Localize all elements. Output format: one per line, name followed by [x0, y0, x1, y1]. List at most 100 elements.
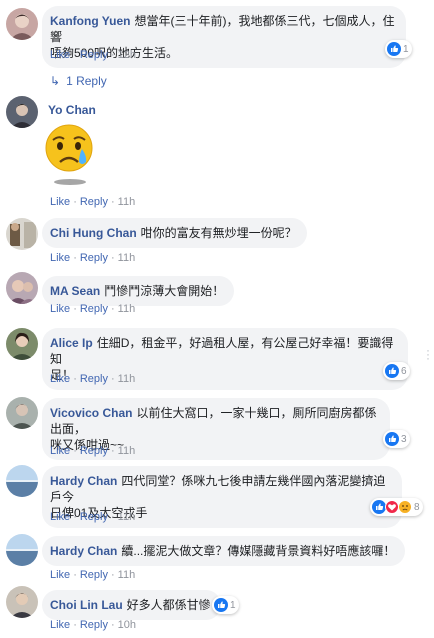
reply-button[interactable]: Reply — [80, 373, 108, 385]
commenter-name[interactable]: Vicovico Chan — [50, 406, 132, 420]
comment: Kanfong Yuen 想當年(三十年前)，我地都係三代，七個成人，住響 唔夠5… — [0, 0, 434, 90]
timestamp[interactable]: 10h — [118, 619, 136, 631]
timestamp[interactable]: 11h — [118, 373, 136, 385]
separator-dot: · — [110, 445, 115, 457]
reaction-count[interactable]: 8 — [370, 498, 423, 516]
avatar[interactable] — [6, 465, 38, 497]
comment: Chi Hung Chan 咁你的富友有無炒埋一份呢？ Like · Reply · 11… — [0, 210, 434, 268]
comment: Yo Chan Like · Reply · 11h — [0, 90, 434, 210]
commenter-name[interactable]: MA Sean — [50, 284, 100, 298]
more-options-icon[interactable]: · · · — [426, 344, 430, 364]
avatar[interactable] — [6, 218, 38, 250]
separator-dot: · — [73, 252, 77, 264]
view-replies-link[interactable]: ↳ 1 Reply — [50, 74, 107, 88]
love-reaction-icon — [385, 500, 399, 514]
separator-dot: · — [73, 445, 77, 457]
comment-actions: Like · Reply · 11h — [50, 251, 135, 265]
reply-button[interactable]: Reply — [80, 569, 108, 581]
separator-dot: · — [110, 49, 115, 61]
like-button[interactable]: Like — [50, 569, 70, 581]
separator-dot: · — [73, 303, 77, 315]
comment-text: 續...擺泥大做文章？傳媒隱藏背景資料好唔應該囉！ — [121, 544, 396, 558]
timestamp[interactable]: 11h — [118, 196, 136, 208]
comment-text: 鬥慘鬥涼薄大會開始！ — [104, 284, 225, 298]
like-button[interactable]: Like — [50, 196, 70, 208]
avatar[interactable] — [6, 8, 38, 40]
like-reaction-icon — [385, 364, 399, 378]
separator-dot: · — [73, 619, 77, 631]
crying-face-sticker[interactable] — [42, 122, 98, 186]
like-reaction-icon — [372, 500, 386, 514]
reaction-count[interactable]: 6 — [383, 362, 410, 380]
reply-button[interactable]: Reply — [80, 196, 108, 208]
like-button[interactable]: Like — [50, 511, 70, 523]
reaction-count[interactable]: 1 — [212, 596, 239, 614]
avatar[interactable] — [6, 96, 38, 128]
comment-actions: Like · Reply · 11h — [50, 444, 135, 458]
avatar[interactable] — [6, 586, 38, 618]
reaction-number: 1 — [403, 43, 409, 55]
comment: Choi Lin Lau 好多人都係甘慘 1 Like · Reply · 10h — [0, 584, 434, 638]
separator-dot: · — [73, 511, 77, 523]
like-button[interactable]: Like — [50, 303, 70, 315]
commenter-name[interactable]: Choi Lin Lau — [50, 598, 123, 612]
reaction-count[interactable]: 3 — [383, 430, 410, 448]
comment-actions: Like · Reply · 11h — [50, 195, 135, 209]
reply-button[interactable]: Reply — [80, 619, 108, 631]
timestamp[interactable]: 11h — [118, 511, 136, 523]
reply-button[interactable]: Reply — [80, 49, 108, 61]
timestamp[interactable]: 11h — [118, 252, 136, 264]
comment-actions: Like · Reply · 11h — [50, 302, 135, 316]
like-reaction-icon — [214, 598, 228, 612]
comment-actions: Like · Reply · 11h — [50, 372, 135, 386]
commenter-name[interactable]: Chi Hung Chan — [50, 226, 137, 240]
reply-button[interactable]: Reply — [80, 252, 108, 264]
like-button[interactable]: Like — [50, 373, 70, 385]
commenter-name[interactable]: Kanfong Yuen — [50, 14, 130, 28]
timestamp[interactable]: 11h — [118, 303, 136, 315]
like-button[interactable]: Like — [50, 252, 70, 264]
like-button[interactable]: Like — [50, 49, 70, 61]
comment: Alice Ip 住細D，租金平，好過租人屋，有公屋己好幸福！要識得知 足！ 6 … — [0, 322, 434, 392]
comment-actions: Like · Reply · 12h — [50, 48, 136, 62]
reply-button[interactable]: Reply — [80, 303, 108, 315]
separator-dot: · — [110, 252, 115, 264]
reply-button[interactable]: Reply — [80, 445, 108, 457]
comment: Vicovico Chan 以前住大窩口，一家十幾口，厠所同廚房都係出面， 咪又係… — [0, 392, 434, 460]
timestamp[interactable]: 11h — [118, 445, 136, 457]
comment-bubble: Hardy Chan 續...擺泥大做文章？傳媒隱藏背景資料好唔應該囉！ — [42, 536, 406, 566]
separator-dot: · — [73, 196, 77, 208]
separator-dot: · — [110, 303, 115, 315]
separator-dot: · — [110, 196, 115, 208]
avatar[interactable] — [6, 397, 38, 429]
commenter-name[interactable]: Alice Ip — [50, 336, 93, 350]
avatar[interactable] — [6, 534, 38, 566]
commenter-name[interactable]: Hardy Chan — [50, 544, 117, 558]
like-button[interactable]: Like — [50, 445, 70, 457]
comment-bubble: Choi Lin Lau 好多人都係甘慘 — [42, 590, 221, 620]
reply-arrow-icon: ↳ — [50, 74, 61, 88]
commenter-name[interactable]: Hardy Chan — [50, 474, 117, 488]
comment: Hardy Chan 四代同堂？係咪九七後申請左幾伴國內落泥變擠迫戶今 日俾01及… — [0, 460, 434, 530]
comment-actions: Like · Reply · 11h — [50, 568, 135, 582]
commenter-name[interactable]: Yo Chan — [48, 103, 96, 117]
comment: MA Sean 鬥慘鬥涼薄大會開始！ Like · Reply · 11h — [0, 268, 434, 326]
sad-reaction-icon — [398, 500, 412, 514]
comment-text: 好多人都係甘慘 — [126, 598, 211, 612]
separator-dot: · — [110, 511, 115, 523]
separator-dot: · — [73, 49, 77, 61]
comment-actions: Like · Reply · 11h — [50, 510, 135, 524]
separator-dot: · — [110, 373, 115, 385]
comment-actions: Like · Reply · 10h — [50, 618, 136, 632]
avatar[interactable] — [6, 272, 38, 304]
timestamp[interactable]: 12h — [118, 49, 136, 61]
separator-dot: · — [73, 569, 77, 581]
avatar[interactable] — [6, 328, 38, 360]
reaction-count[interactable]: 1 — [385, 40, 412, 58]
reaction-number: 3 — [401, 433, 407, 445]
reply-button[interactable]: Reply — [80, 511, 108, 523]
timestamp[interactable]: 11h — [118, 569, 136, 581]
reply-count-label: 1 Reply — [66, 74, 107, 88]
like-button[interactable]: Like — [50, 619, 70, 631]
like-reaction-icon — [385, 432, 399, 446]
